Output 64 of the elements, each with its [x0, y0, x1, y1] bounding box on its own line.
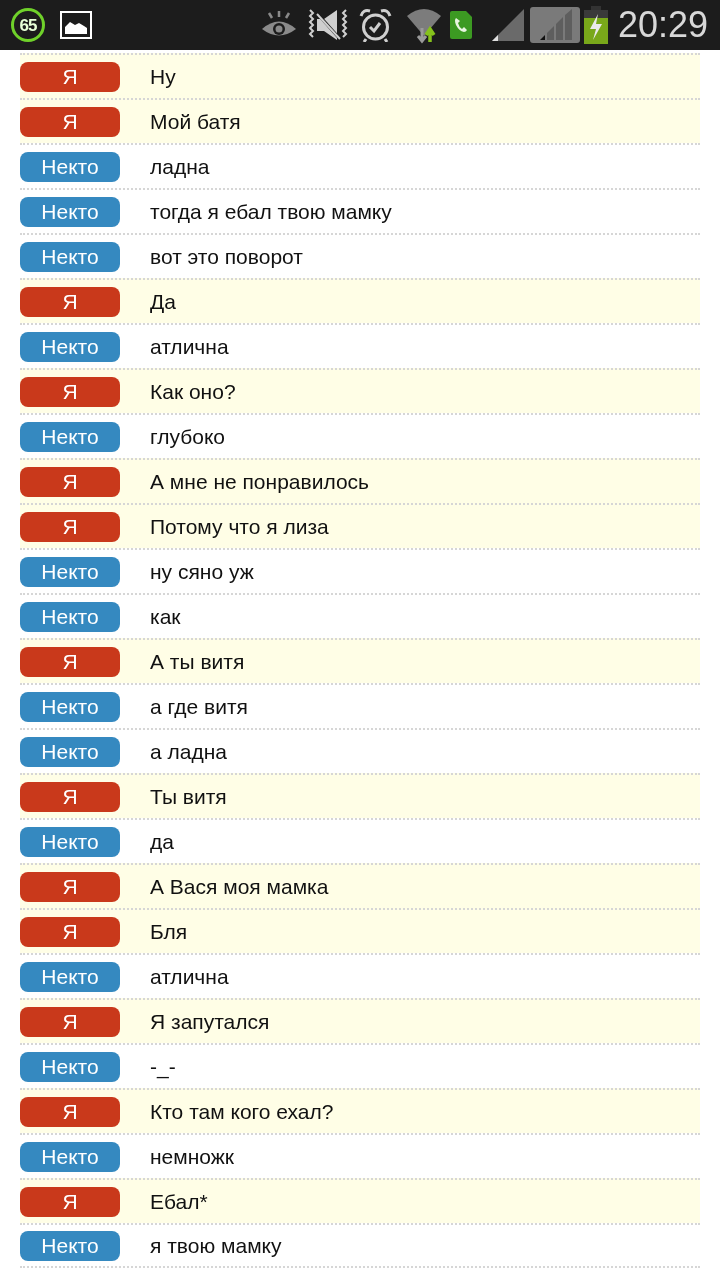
- message-text: а где витя: [150, 696, 248, 717]
- sender-badge: Некто: [20, 601, 120, 632]
- sender-badge: Некто: [20, 1051, 120, 1082]
- sender-badge: Я: [20, 871, 120, 902]
- message-text: ладна: [150, 156, 210, 177]
- sender-badge: Я: [20, 781, 120, 812]
- signal-icon: [491, 9, 524, 41]
- message-text: А мне не понравилось: [150, 471, 369, 492]
- sender-badge: Некто: [20, 691, 120, 722]
- counter-badge: 65: [11, 8, 45, 42]
- message-text: Я запутался: [150, 1011, 270, 1032]
- message-text: Ебал*: [150, 1191, 208, 1212]
- message-text: -_-: [150, 1056, 176, 1077]
- message-text: Ну: [150, 66, 176, 87]
- sender-badge: Некто: [20, 961, 120, 992]
- sender-badge: Некто: [20, 151, 120, 182]
- message-text: Как оно?: [150, 381, 236, 402]
- message-text: Бля: [150, 921, 188, 942]
- alarm-clock-icon: [358, 8, 392, 42]
- sender-badge: Некто: [20, 556, 120, 587]
- sender-badge: Некто: [20, 331, 120, 362]
- message-text: А Вася моя мамка: [150, 876, 329, 897]
- sender-badge: Некто: [20, 1141, 120, 1172]
- vibrate-mute-icon: [306, 8, 349, 42]
- sender-badge: Я: [20, 1096, 120, 1127]
- message-text: Да: [150, 291, 176, 312]
- sender-badge: Я: [20, 286, 120, 317]
- sender-badge: Некто: [20, 421, 120, 452]
- message-text: ну сяно уж: [150, 561, 254, 582]
- signal-bars-icon: [529, 7, 580, 43]
- message-text: А ты витя: [150, 651, 245, 672]
- sender-badge: Я: [20, 1006, 120, 1037]
- message-text: я твою мамку: [150, 1235, 282, 1256]
- clock-time: 20:29: [617, 7, 708, 43]
- message-text: а ладна: [150, 741, 227, 762]
- sender-badge: Я: [20, 106, 120, 137]
- message-text: немножк: [150, 1146, 234, 1167]
- sender-badge: Я: [20, 916, 120, 947]
- message-text: Ты витя: [150, 786, 227, 807]
- wifi-icon: [405, 6, 442, 44]
- sender-badge: Некто: [20, 1230, 120, 1261]
- sender-badge: Я: [20, 1186, 120, 1217]
- sender-badge: Я: [20, 466, 120, 497]
- message-text: тогда я ебал твою мамку: [150, 201, 392, 222]
- message-text: вот это поворот: [150, 246, 303, 267]
- sender-badge: Некто: [20, 196, 120, 227]
- sender-badge: Я: [20, 511, 120, 542]
- message-text: да: [150, 831, 174, 852]
- sender-badge: Я: [20, 376, 120, 407]
- message-text: атлична: [150, 966, 229, 987]
- message-text: Мой батя: [150, 111, 241, 132]
- picture-icon: [60, 11, 92, 39]
- sender-badge: Я: [20, 61, 120, 92]
- message-text: Кто там кого ехал?: [150, 1101, 334, 1122]
- sender-badge: Некто: [20, 241, 120, 272]
- sender-badge: Некто: [20, 736, 120, 767]
- sender-badge: Некто: [20, 826, 120, 857]
- message-text: Потому что я лиза: [150, 516, 329, 537]
- phone-icon: [449, 11, 472, 39]
- message-text: как: [150, 606, 181, 627]
- message-text: атлична: [150, 336, 229, 357]
- message-text: глубоко: [150, 426, 225, 447]
- battery-charging-icon: [583, 6, 608, 44]
- sender-badge: Я: [20, 646, 120, 677]
